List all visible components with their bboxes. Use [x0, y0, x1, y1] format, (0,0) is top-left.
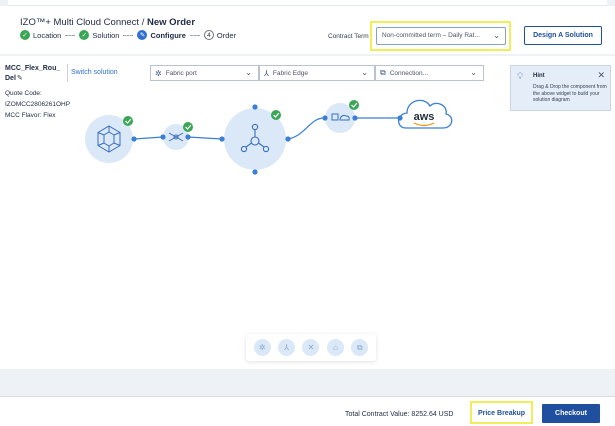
- network-tool-icon[interactable]: ⌂: [326, 339, 344, 356]
- port-dot: [160, 134, 166, 140]
- fabric-edge-tool-icon[interactable]: ⅄: [278, 339, 296, 356]
- step-label: Location: [33, 30, 62, 40]
- step-configure[interactable]: ✎ Configure: [137, 30, 186, 40]
- check-icon: ✓: [20, 30, 30, 40]
- title-page: New Order: [146, 17, 196, 28]
- step-label: Order: [216, 30, 237, 40]
- step-order[interactable]: 4 Order: [203, 30, 237, 40]
- contract-term-select[interactable]: Non-committed term – Daily Rat... ⌄: [376, 27, 506, 45]
- stepper: ✓ Location ✓ Solution ✎ Configure 4 Orde…: [20, 30, 236, 40]
- fabric-port-tool-icon[interactable]: ✲: [253, 339, 271, 356]
- step-divider: [123, 34, 134, 36]
- total-value: 8252.64 USD: [411, 411, 454, 418]
- link-line: [187, 136, 223, 140]
- total-contract-value: Total Contract Value: 8252.64 USD: [345, 411, 453, 418]
- connection-node[interactable]: [322, 100, 359, 133]
- check-icon: [349, 100, 359, 110]
- port-dot: [252, 169, 258, 175]
- port-dot: [219, 136, 225, 142]
- price-breakup-button[interactable]: Price Breakup: [475, 406, 528, 420]
- check-icon: ✓: [79, 30, 90, 40]
- solution-diagram: aws: [85, 99, 453, 175]
- aws-cloud-node[interactable]: aws: [397, 99, 453, 129]
- chevron-down-icon: ⌄: [493, 31, 500, 40]
- port-dot: [285, 136, 291, 142]
- step-label: Configure: [150, 30, 186, 40]
- link-line: [133, 136, 164, 140]
- title-prefix: IZO™+ Multi Cloud Connect: [20, 17, 140, 28]
- title-separator: /: [139, 17, 147, 28]
- step-location[interactable]: ✓ Location: [20, 30, 61, 40]
- footer-bar: Total Contract Value: 8252.64 USD Price …: [0, 396, 615, 426]
- port-dot: [185, 134, 191, 140]
- design-solution-button[interactable]: Design A Solution: [524, 26, 602, 45]
- step-label: Solution: [92, 30, 120, 40]
- page: IZO™+ Multi Cloud Connect / New Order ✓ …: [0, 0, 615, 426]
- check-icon: [123, 116, 133, 126]
- step-divider: [189, 34, 200, 36]
- port-dot: [252, 104, 258, 110]
- step-number: 4: [203, 30, 214, 40]
- component-toolbox: ✲ ⅄ ✕ ⌂ ⧉: [246, 334, 376, 361]
- port-dot: [322, 115, 328, 121]
- port-dot: [352, 115, 358, 121]
- connection-tool-icon[interactable]: ⧉: [351, 339, 369, 356]
- port-dot: [397, 115, 403, 121]
- port-dot: [131, 136, 137, 142]
- contract-term-value: Non-committed term – Daily Rat...: [382, 32, 480, 39]
- contract-term-label: Contract Term: [328, 33, 369, 40]
- total-label: Total Contract Value:: [345, 411, 410, 418]
- connector-tool-icon[interactable]: ✕: [302, 339, 320, 356]
- solution-canvas[interactable]: MCC_Flex_Rou_ Del✎ Switch solution Quote…: [0, 56, 615, 369]
- page-title: IZO™+ Multi Cloud Connect / New Order: [20, 17, 195, 28]
- aws-label: aws: [414, 111, 435, 123]
- check-icon: [271, 110, 281, 120]
- pencil-icon: ✎: [137, 30, 148, 40]
- fabric-edge-node[interactable]: [219, 104, 291, 175]
- link-line: [287, 117, 325, 140]
- fabric-port-node[interactable]: [85, 115, 137, 163]
- connector-node[interactable]: [160, 122, 193, 150]
- checkout-button[interactable]: Checkout: [542, 404, 600, 423]
- header: IZO™+ Multi Cloud Connect / New Order ✓ …: [0, 6, 615, 54]
- step-solution[interactable]: ✓ Solution: [79, 30, 119, 40]
- step-divider: [65, 34, 76, 36]
- check-icon: [183, 122, 193, 132]
